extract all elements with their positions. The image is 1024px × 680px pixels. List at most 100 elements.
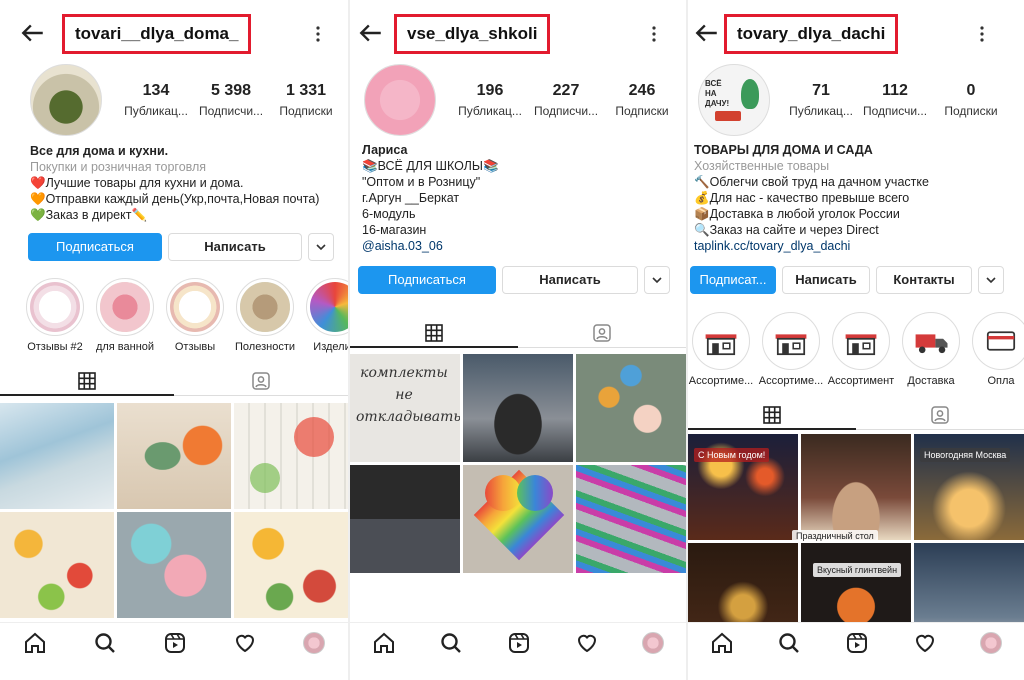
post-thumbnail[interactable]: комплекты не откладывать — [350, 354, 460, 462]
post-thumbnail[interactable] — [0, 512, 114, 618]
stat-value: 71 — [812, 82, 830, 99]
search-icon[interactable] — [93, 631, 117, 655]
home-icon[interactable] — [23, 631, 47, 655]
profile-bio: Все для дома и кухни. Покупки и рознична… — [30, 143, 319, 223]
highlight-item[interactable]: Полезности — [230, 278, 300, 353]
followers-stat[interactable]: 5 398 Подписчи... — [192, 82, 270, 118]
reels-icon[interactable] — [507, 631, 531, 655]
followers-stat[interactable]: 227 Подписчи... — [528, 82, 604, 118]
highlight-label: Изделия — [313, 341, 348, 353]
suggestions-dropdown-button[interactable] — [308, 233, 334, 261]
highlight-item[interactable]: Ассортимент — [826, 312, 896, 387]
tab-posts-grid[interactable] — [350, 318, 518, 348]
contacts-button[interactable]: Контакты — [876, 266, 972, 294]
search-icon[interactable] — [439, 631, 463, 655]
post-thumbnail[interactable] — [234, 512, 348, 618]
post-thumbnail[interactable] — [576, 465, 686, 573]
profile-avatar[interactable]: ВСЁ НА ДАЧУ! — [698, 64, 770, 136]
post-thumbnail[interactable] — [463, 465, 573, 573]
tab-tagged[interactable] — [174, 366, 348, 396]
tab-tagged[interactable] — [518, 318, 686, 348]
posts-stat[interactable]: 71 Публикац... — [784, 82, 858, 118]
post-thumbnail[interactable]: Новогодняя Москва — [914, 434, 1024, 540]
highlight-label: для ванной — [95, 341, 155, 353]
post-thumbnail[interactable] — [117, 403, 231, 509]
chevron-down-icon — [652, 277, 662, 284]
following-stat[interactable]: 1 331 Подписки — [270, 82, 342, 118]
bio-website-link[interactable]: taplink.cc/tovary_dlya_dachi — [694, 238, 929, 254]
profile-bio: Лариса 📚ВСЁ ДЛЯ ШКОЛЫ📚 "Оптом и в Розниц… — [362, 142, 499, 254]
highlight-item[interactable]: Изделия — [300, 278, 348, 353]
subscribe-button[interactable]: Подписат... — [690, 266, 776, 294]
profile-nav-avatar[interactable] — [642, 631, 665, 654]
more-options-icon[interactable] — [652, 26, 656, 42]
back-arrow-icon[interactable] — [20, 20, 46, 46]
bio-line: 16-магазин — [362, 223, 427, 237]
back-arrow-icon[interactable] — [358, 20, 384, 46]
profile-panel-2: vse_dlya_shkoli 196 Публикац... 227 Подпис… — [348, 0, 686, 680]
highlight-item[interactable]: Ассортиме... — [756, 312, 826, 387]
story-highlights: Ассортиме... Ассортиме... Ассортимент До… — [688, 312, 1024, 387]
subscribe-button[interactable]: Подписаться — [358, 266, 496, 294]
post-thumbnail[interactable] — [463, 354, 573, 462]
heart-icon[interactable] — [233, 631, 257, 655]
highlight-cover — [832, 312, 890, 370]
posts-stat[interactable]: 134 Публикац... — [120, 82, 192, 118]
profile-avatar[interactable] — [30, 64, 102, 136]
posts-stat[interactable]: 196 Публикац... — [452, 82, 528, 118]
heart-icon[interactable] — [913, 631, 937, 655]
post-thumbnail[interactable] — [234, 403, 348, 509]
reels-icon[interactable] — [163, 631, 187, 655]
home-icon[interactable] — [710, 631, 734, 655]
search-icon[interactable] — [777, 631, 801, 655]
reels-icon[interactable] — [845, 631, 869, 655]
heart-icon[interactable] — [575, 631, 599, 655]
subscribe-button[interactable]: Подписаться — [28, 233, 162, 261]
profile-stats: 134 Публикац... 5 398 Подписчи... 1 331 Под… — [120, 82, 342, 118]
post-thumbnail[interactable] — [117, 512, 231, 618]
tab-posts-grid[interactable] — [688, 400, 856, 430]
back-arrow-icon[interactable] — [694, 20, 720, 46]
profile-avatar[interactable] — [364, 64, 436, 136]
username: vse_dlya_shkoli — [394, 14, 551, 54]
message-button[interactable]: Написать — [168, 233, 302, 261]
post-thumbnail[interactable] — [350, 465, 460, 573]
highlight-item[interactable]: Отзывы — [160, 278, 230, 353]
bio-mention-link[interactable]: @aisha.03_06 — [362, 238, 499, 254]
stat-label: Подписки — [279, 104, 333, 118]
store-icon — [845, 334, 877, 356]
posts-grid: комплекты не откладывать — [350, 354, 686, 573]
post-thumbnail[interactable]: С Новым годом! — [688, 434, 798, 540]
followers-stat[interactable]: 112 Подписчи... — [858, 82, 932, 118]
highlight-item[interactable]: для ванной — [90, 278, 160, 353]
avatar-logo-text: ВСЁ НА ДАЧУ! — [705, 79, 730, 108]
stat-label: Подписки — [615, 104, 669, 118]
profile-stats: 196 Публикац... 227 Подписчи... 246 Подписк… — [452, 82, 680, 118]
stat-value: 112 — [882, 82, 908, 99]
message-button[interactable]: Написать — [782, 266, 870, 294]
bio-line: 🔨Облегчи свой труд на дачном участке — [694, 175, 929, 189]
profile-nav-avatar[interactable] — [980, 631, 1003, 654]
suggestions-dropdown-button[interactable] — [978, 266, 1004, 294]
more-options-icon[interactable] — [316, 26, 320, 42]
message-button[interactable]: Написать — [502, 266, 638, 294]
highlight-item[interactable]: Доставка — [896, 312, 966, 387]
home-icon[interactable] — [372, 631, 396, 655]
suggestions-dropdown-button[interactable] — [644, 266, 670, 294]
highlight-item[interactable]: Отзывы #2 — [20, 278, 90, 353]
more-options-icon[interactable] — [980, 26, 984, 42]
post-handwritten-text: комплекты не откладывать — [356, 365, 460, 425]
tab-tagged[interactable] — [856, 400, 1024, 430]
highlight-item[interactable]: Опла — [966, 312, 1024, 387]
post-thumbnail[interactable] — [0, 403, 114, 509]
highlight-label: Отзывы — [174, 341, 216, 353]
following-stat[interactable]: 246 Подписки — [604, 82, 680, 118]
bio-name: Все для дома и кухни. — [30, 144, 169, 158]
post-thumbnail[interactable] — [801, 434, 911, 540]
bio-category: Хозяйственные товары — [694, 159, 830, 173]
tab-posts-grid[interactable] — [0, 366, 174, 396]
profile-nav-avatar[interactable] — [303, 631, 325, 654]
post-thumbnail[interactable] — [576, 354, 686, 462]
highlight-item[interactable]: Ассортиме... — [688, 312, 756, 387]
following-stat[interactable]: 0 Подписки — [932, 82, 1010, 118]
